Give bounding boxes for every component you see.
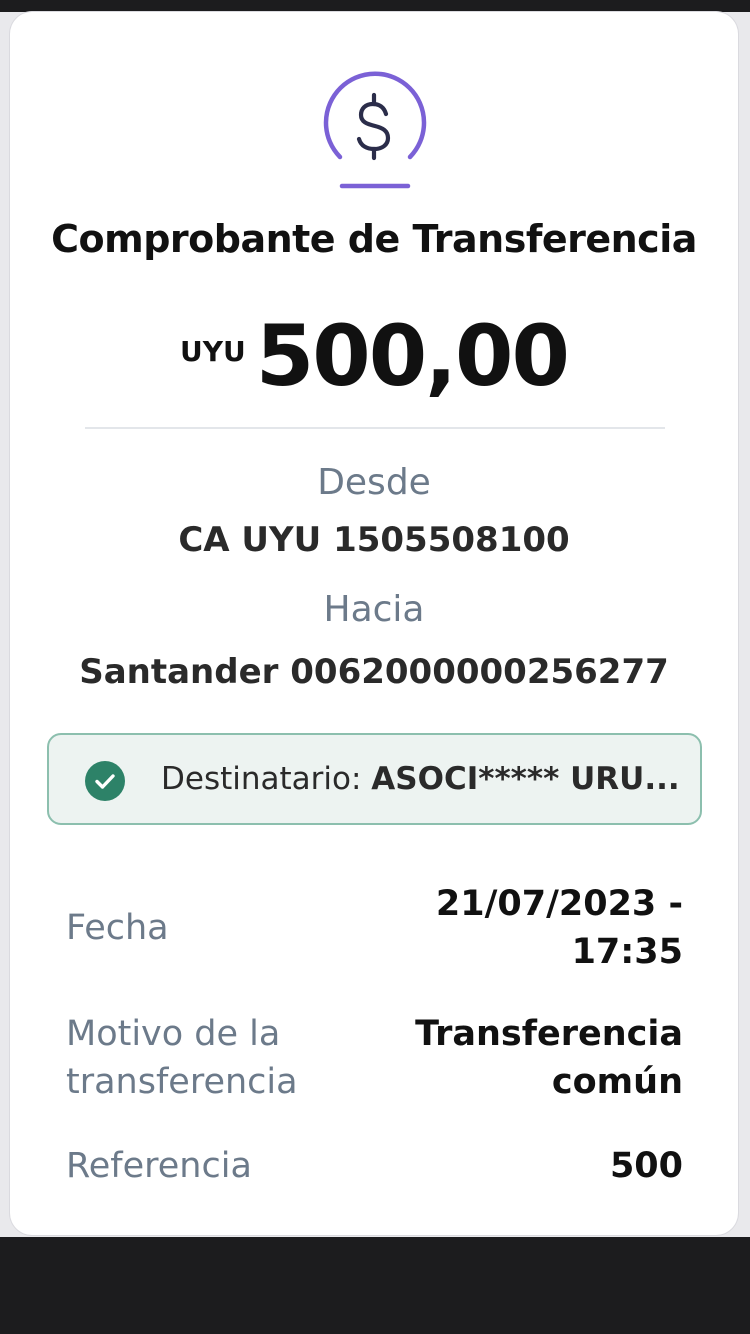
reference-value: 500 xyxy=(609,1146,683,1186)
from-label: Desde xyxy=(317,462,431,503)
to-label: Hacia xyxy=(323,589,425,630)
recipient-text: Destinatario: ASOCI***** URU... xyxy=(161,761,680,797)
screen: Comprobante de Transferencia UYU 500,00 D… xyxy=(0,0,750,1334)
receipt-card: Comprobante de Transferencia UYU 500,00 D… xyxy=(10,12,738,1235)
from-account: CA UYU 1505508100 xyxy=(178,520,570,560)
date-value-line1: 21/07/2023 - xyxy=(435,884,683,924)
date-value-line2: 17:35 xyxy=(571,932,683,972)
divider xyxy=(85,427,665,429)
reason-value-line1: Transferencia xyxy=(415,1014,683,1054)
top-bar xyxy=(0,0,750,12)
check-circle-icon xyxy=(85,761,125,801)
date-label: Fecha xyxy=(66,908,169,948)
to-account: Santander 0062000000256277 xyxy=(79,652,669,692)
dollar-sign-icon xyxy=(323,69,427,191)
amount-display: UYU 500,00 xyxy=(10,307,738,405)
page-title: Comprobante de Transferencia xyxy=(51,217,697,261)
amount-value: 500,00 xyxy=(255,307,570,405)
recipient-banner: Destinatario: ASOCI***** URU... xyxy=(47,733,702,825)
reference-label: Referencia xyxy=(66,1146,252,1186)
currency-code: UYU xyxy=(180,335,246,368)
recipient-label: Destinatario: xyxy=(161,761,362,797)
reason-label-line1: Motivo de la xyxy=(66,1014,281,1054)
reason-label-line2: transferencia xyxy=(66,1062,298,1102)
reason-label: Motivo de la transferencia xyxy=(66,1010,298,1106)
date-value: 21/07/2023 - 17:35 xyxy=(436,880,683,976)
reason-value: Transferencia común xyxy=(415,1010,683,1106)
recipient-value: ASOCI***** URU... xyxy=(371,761,680,797)
reason-value-line2: común xyxy=(551,1062,683,1102)
